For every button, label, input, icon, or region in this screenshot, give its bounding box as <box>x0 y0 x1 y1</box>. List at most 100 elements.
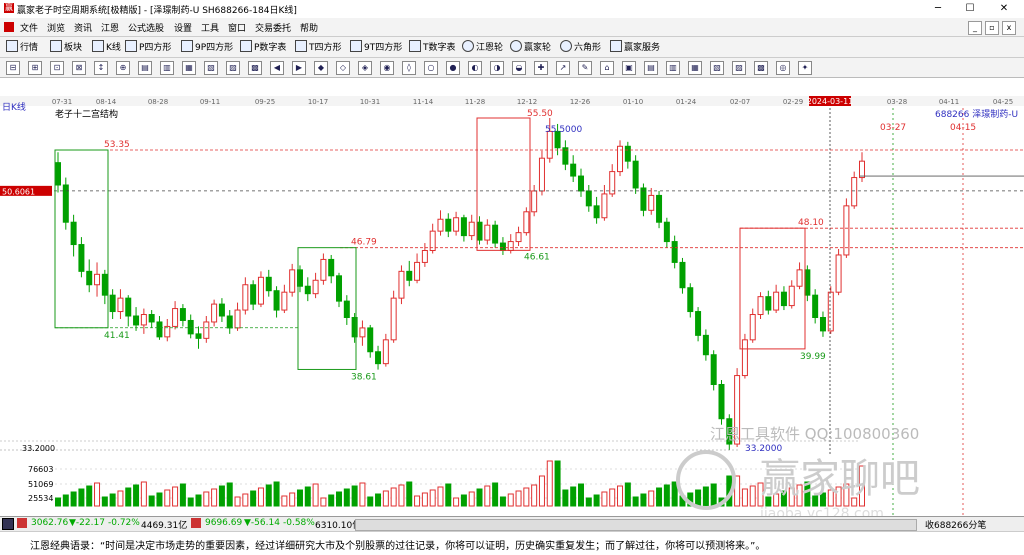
mdi-restore-button[interactable]: ▫ <box>985 21 999 35</box>
drawing-tool-4-icon[interactable]: ⊠ <box>72 61 86 75</box>
drawing-tool-22-icon[interactable]: ◐ <box>468 61 482 75</box>
kline-chart[interactable]: 07-31 08-14 08-28 09-11 09-25 10-17 10-31 11-14… <box>0 96 1024 516</box>
menu-settings[interactable]: 设置 <box>174 21 192 34</box>
menu-tools[interactable]: 工具 <box>201 21 219 34</box>
winner-service-button[interactable]: 赢家服务 <box>610 40 660 54</box>
t-square-button[interactable]: T四方形 <box>295 40 342 54</box>
volume-bar <box>710 483 717 507</box>
candle-body <box>289 269 296 293</box>
menu-formula-select[interactable]: 公式选股 <box>128 21 164 34</box>
drawing-tool-7-icon[interactable]: ▤ <box>138 61 152 75</box>
drawing-tool-1-icon[interactable]: ⊟ <box>6 61 20 75</box>
drawing-tool-30-icon[interactable]: ▤ <box>644 61 658 75</box>
drawing-tool-5-icon[interactable]: ↕ <box>94 61 108 75</box>
drawing-tool-14-icon[interactable]: ▶ <box>292 61 306 75</box>
volume-bar <box>460 494 467 507</box>
tick-detail-label[interactable]: 收688266分笔 <box>925 518 986 531</box>
drawing-tool-32-icon[interactable]: ▦ <box>688 61 702 75</box>
candle-body <box>101 273 108 296</box>
sector-button[interactable]: 板块 <box>50 40 82 54</box>
volume-bar <box>336 491 343 507</box>
drawing-tool-15-icon[interactable]: ◆ <box>314 61 328 75</box>
menu-file[interactable]: 文件 <box>20 21 38 34</box>
drawing-tool-18-icon[interactable]: ◉ <box>380 61 394 75</box>
drawing-tool-26-icon[interactable]: ↗ <box>556 61 570 75</box>
volume-bar <box>562 489 569 507</box>
candle-body <box>242 284 249 311</box>
candle-body <box>94 273 101 286</box>
t-number-table-button[interactable]: T数字表 <box>409 40 456 54</box>
menu-trade[interactable]: 交易委托 <box>255 21 291 34</box>
menu-info[interactable]: 资讯 <box>74 21 92 34</box>
mdi-close-button[interactable]: x <box>1002 21 1016 35</box>
drawing-tool-21-icon[interactable]: ● <box>446 61 460 75</box>
candle-body <box>577 175 584 192</box>
drawing-tool-33-icon[interactable]: ▧ <box>710 61 724 75</box>
volume-bar <box>312 483 319 507</box>
drawing-tool-11-icon[interactable]: ▨ <box>226 61 240 75</box>
volume-bar <box>218 485 225 507</box>
candle-body <box>328 258 335 277</box>
menu-window[interactable]: 窗口 <box>228 21 246 34</box>
volume-bar <box>515 490 522 507</box>
p-square-icon <box>125 40 137 52</box>
drawing-tool-37-icon[interactable]: ✦ <box>798 61 812 75</box>
title-bar: 赢 赢家老子时空周期系统[极精版] - [泽璟制药-U SH688266-184… <box>0 0 1024 19</box>
drawing-tool-20-icon[interactable]: ○ <box>424 61 438 75</box>
menu-bar: 文件 浏览 资讯 江恩 公式选股 设置 工具 窗口 交易委托 帮助 _ ▫ x <box>0 18 1024 37</box>
drawing-tool-16-icon[interactable]: ◇ <box>336 61 350 75</box>
9p-square-button[interactable]: 9P四方形 <box>181 40 233 54</box>
volume-bar <box>749 485 756 507</box>
p-square-button[interactable]: P四方形 <box>125 40 171 54</box>
drawing-tool-17-icon[interactable]: ◈ <box>358 61 372 75</box>
drawing-tool-3-icon[interactable]: ⊡ <box>50 61 64 75</box>
horizontal-scrollbar[interactable] <box>355 519 917 531</box>
drawing-tool-10-icon[interactable]: ▧ <box>204 61 218 75</box>
candle-body <box>234 309 241 329</box>
volume-bar <box>468 491 475 507</box>
drawing-tool-8-icon[interactable]: ▥ <box>160 61 174 75</box>
candle-body <box>156 321 163 338</box>
volume-bar <box>328 494 335 507</box>
drawing-tool-13-icon[interactable]: ◀ <box>270 61 284 75</box>
mdi-minimize-button[interactable]: _ <box>968 21 982 35</box>
menu-gann[interactable]: 江恩 <box>101 21 119 34</box>
status-grid-icon[interactable] <box>2 518 14 530</box>
drawing-tool-34-icon[interactable]: ▨ <box>732 61 746 75</box>
drawing-tool-23-icon[interactable]: ◑ <box>490 61 504 75</box>
kline-button[interactable]: K线 <box>92 40 121 54</box>
gann-wheel-button[interactable]: 江恩轮 <box>462 40 503 54</box>
drawing-tool-27-icon[interactable]: ✎ <box>578 61 592 75</box>
quotes-button[interactable]: 行情 <box>6 40 38 54</box>
p-number-table-button[interactable]: P数字表 <box>240 40 286 54</box>
drawing-tool-2-icon[interactable]: ⊞ <box>28 61 42 75</box>
candle-body <box>484 224 491 241</box>
candle-body <box>70 221 77 246</box>
9t-square-button[interactable]: 9T四方形 <box>350 40 402 54</box>
drawing-tool-19-icon[interactable]: ◊ <box>402 61 416 75</box>
candle-body <box>804 269 811 296</box>
menu-browse[interactable]: 浏览 <box>47 21 65 34</box>
maximize-button[interactable]: ☐ <box>956 1 984 16</box>
winner-wheel-button[interactable]: 赢家轮 <box>510 40 551 54</box>
menu-help[interactable]: 帮助 <box>300 21 318 34</box>
drawing-tool-25-icon[interactable]: ✚ <box>534 61 548 75</box>
drawing-tool-12-icon[interactable]: ▩ <box>248 61 262 75</box>
drawing-tool-31-icon[interactable]: ▥ <box>666 61 680 75</box>
drawing-tool-35-icon[interactable]: ▩ <box>754 61 768 75</box>
close-button[interactable]: ✕ <box>990 1 1018 16</box>
drawing-tool-6-icon[interactable]: ⊕ <box>116 61 130 75</box>
volume-bar <box>109 493 116 507</box>
drawing-tool-9-icon[interactable]: ▦ <box>182 61 196 75</box>
candle-body <box>257 276 264 305</box>
minimize-button[interactable]: ─ <box>924 1 952 16</box>
candle-body <box>687 287 694 313</box>
drawing-tool-36-icon[interactable]: ◎ <box>776 61 790 75</box>
hexagon-button[interactable]: 六角形 <box>560 40 601 54</box>
candle-body <box>281 291 288 311</box>
drawing-tool-29-icon[interactable]: ▣ <box>622 61 636 75</box>
drawing-tool-24-icon[interactable]: ◒ <box>512 61 526 75</box>
main-toolbar: 行情 板块 K线 P四方形 9P四方形 P数字表 T四方形 9T四方形 T数字表… <box>0 37 1024 58</box>
drawing-tool-28-icon[interactable]: ⌂ <box>600 61 614 75</box>
candle-body <box>796 269 803 287</box>
